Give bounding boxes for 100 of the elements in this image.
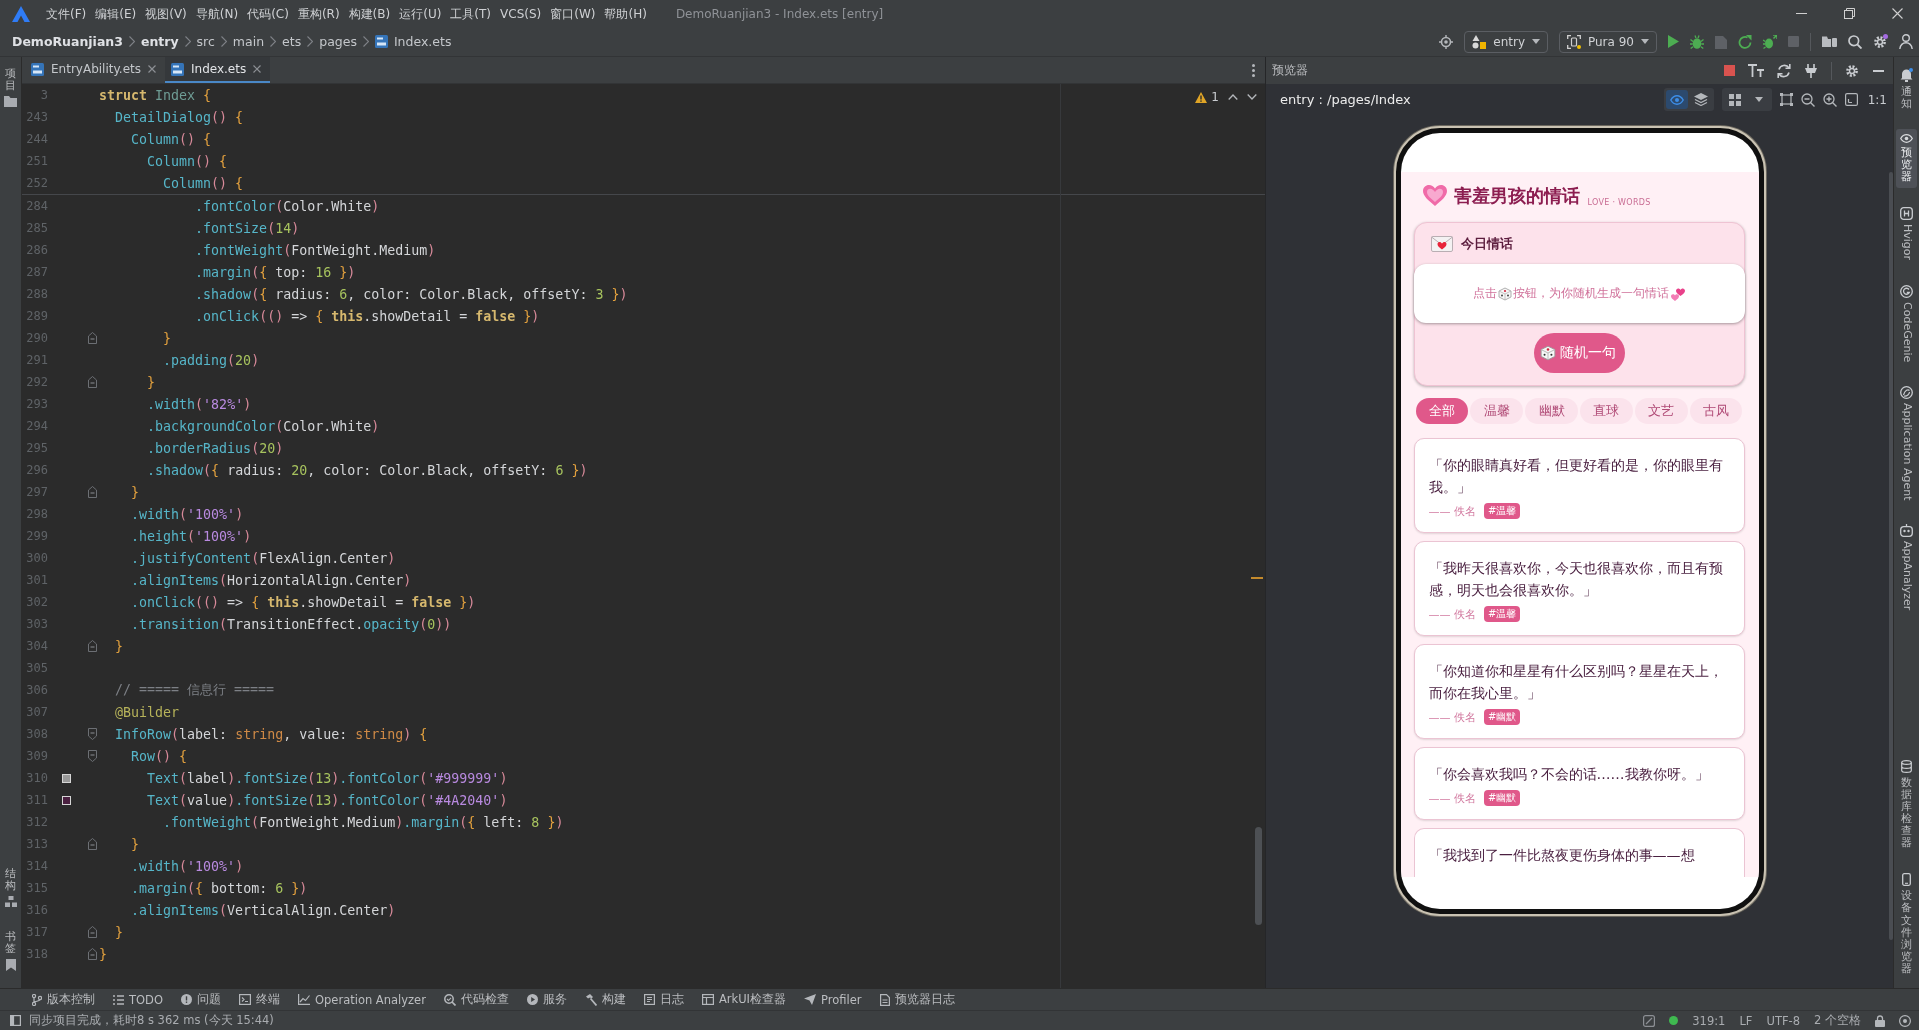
settings-icon[interactable] — [1873, 34, 1888, 49]
tool-window-tab[interactable]: TODO — [113, 992, 163, 1007]
tool-window-tab[interactable]: 问题 — [181, 992, 221, 1007]
file-encoding[interactable]: UTF-8 — [1766, 1013, 1800, 1028]
menu-item[interactable]: 导航(N) — [191, 4, 243, 23]
filter-chip[interactable]: 全部 — [1415, 398, 1469, 424]
tool-window-tab[interactable]: AppAnalyzer — [1896, 519, 1917, 616]
tool-window-tab[interactable]: 代码检查 — [443, 992, 509, 1007]
plug-icon[interactable] — [1804, 63, 1818, 78]
filter-chip[interactable]: 幽默 — [1525, 398, 1578, 424]
fold-marker-icon[interactable] — [88, 926, 97, 938]
tool-window-tab[interactable]: CodeGenie — [1896, 279, 1917, 367]
zoom-in-icon[interactable] — [1822, 92, 1837, 107]
line-separator[interactable]: LF — [1739, 1013, 1753, 1028]
fold-marker-icon[interactable] — [88, 640, 97, 652]
quote-card[interactable]: 「我昨天很喜欢你，今天也很喜欢你，而且有预感，明天也会很喜欢你。」 —— 佚名 #温馨 — [1413, 541, 1745, 636]
cursor-position[interactable]: 319:1 — [1692, 1013, 1726, 1028]
menu-item[interactable]: 代码(C) — [243, 4, 293, 23]
search-icon[interactable] — [1848, 34, 1862, 49]
layout-dropdown[interactable] — [1721, 88, 1772, 111]
caret-icon[interactable] — [1532, 39, 1540, 44]
random-quote-button[interactable]: 随机一句 — [1533, 333, 1625, 373]
module-dropdown[interactable]: entry — [1464, 30, 1548, 53]
tool-window-tab[interactable]: 终端 — [239, 992, 280, 1007]
fit-icon[interactable] — [1844, 93, 1858, 106]
filter-chip[interactable]: 直球 — [1580, 398, 1633, 424]
lock-icon[interactable] — [1875, 1014, 1885, 1027]
actual-size-button[interactable]: 1:1 — [1867, 92, 1887, 107]
minimize-icon[interactable] — [1873, 69, 1884, 72]
rotate-icon[interactable] — [1777, 63, 1791, 78]
close-icon[interactable] — [148, 65, 156, 73]
editor-tab[interactable]: Index.ets — [165, 57, 271, 83]
editor-tab[interactable]: EntryAbility.ets — [25, 57, 165, 83]
tool-window-tab[interactable]: Profiler — [804, 992, 862, 1007]
tool-window-tab[interactable]: 书签 — [0, 925, 21, 976]
menu-item[interactable]: 编辑(E) — [91, 4, 141, 23]
zoom-out-icon[interactable] — [1800, 92, 1815, 107]
tool-window-tab[interactable]: Application Agent — [1896, 380, 1917, 506]
more-icon[interactable] — [1252, 63, 1255, 77]
caret-icon[interactable] — [1754, 97, 1763, 102]
tool-window-tab[interactable]: 数据库检查器 — [1896, 754, 1917, 855]
menu-item[interactable]: VCS(S) — [496, 4, 546, 23]
warning-marker[interactable] — [1251, 577, 1263, 579]
tool-window-tab[interactable]: 日志 — [643, 992, 684, 1007]
fold-marker-icon[interactable] — [88, 332, 97, 344]
folder-icon[interactable] — [1822, 35, 1837, 48]
fold-marker-icon[interactable] — [88, 728, 97, 740]
chevron-up-icon[interactable] — [1228, 94, 1238, 100]
fold-marker-icon[interactable] — [88, 948, 97, 960]
chevron-down-icon[interactable] — [1247, 94, 1257, 100]
device-dropdown[interactable]: Pura 90 — [1559, 30, 1657, 53]
tool-window-tab[interactable]: 预览器 — [1896, 129, 1917, 189]
breadcrumb-item[interactable]: DemoRuanjian3 — [12, 34, 123, 49]
caret-icon[interactable] — [1641, 39, 1649, 44]
tool-window-tab[interactable]: ArkUI检查器 — [701, 992, 786, 1007]
tool-window-tab[interactable]: 设备文件浏览器 — [1896, 868, 1917, 980]
bug-arrow-icon[interactable] — [1763, 34, 1777, 49]
reload-icon[interactable] — [1738, 34, 1752, 49]
menu-item[interactable]: 构建(B) — [344, 4, 395, 23]
tool-window-tab[interactable]: 预览器日志 — [879, 992, 955, 1007]
tool-window-tab[interactable]: 构建 — [584, 992, 626, 1007]
filter-chip[interactable]: 古风 — [1689, 398, 1743, 424]
breadcrumb-item[interactable]: main — [232, 34, 265, 49]
breadcrumb-item[interactable]: pages — [319, 34, 357, 49]
circle-icon[interactable] — [1899, 1014, 1911, 1027]
restore-icon[interactable] — [1844, 8, 1855, 19]
fold-marker-icon[interactable] — [88, 486, 97, 498]
square-slash-icon[interactable] — [1643, 1014, 1656, 1027]
tool-window-tab[interactable]: 服务 — [526, 992, 567, 1007]
indent-setting[interactable]: 2 个空格 — [1814, 1013, 1861, 1028]
breadcrumb-item[interactable]: src — [196, 34, 215, 49]
menu-item[interactable]: 视图(V) — [141, 4, 191, 23]
breadcrumb-item[interactable]: entry — [140, 34, 179, 49]
quote-card[interactable]: 「你的眼睛真好看，但更好看的是，你的眼里有我。」 —— 佚名 #温馨 — [1413, 438, 1745, 533]
view-toggle[interactable] — [1665, 90, 1688, 109]
color-swatch-icon[interactable] — [62, 795, 71, 805]
quote-card[interactable]: 「你知道你和星星有什么区别吗？星星在天上，而你在我心里。」 —— 佚名 #幽默 — [1413, 644, 1745, 739]
scrollbar-thumb[interactable] — [1255, 827, 1262, 925]
settings-icon[interactable] — [1845, 63, 1860, 78]
breadcrumb-item[interactable]: Index.ets — [393, 34, 452, 49]
panel-icon[interactable] — [10, 1015, 21, 1026]
warning-count[interactable]: 1 — [1211, 90, 1219, 104]
fold-marker-icon[interactable] — [88, 838, 97, 850]
tool-window-tab[interactable]: Operation Analyzer — [298, 992, 426, 1007]
close-icon[interactable] — [1892, 8, 1903, 19]
menu-item[interactable]: 帮助(H) — [600, 4, 651, 23]
fold-marker-icon[interactable] — [88, 750, 97, 762]
fold-marker-icon[interactable] — [88, 376, 97, 388]
menu-item[interactable]: 运行(U) — [395, 4, 446, 23]
target-icon[interactable] — [1439, 34, 1454, 49]
close-icon[interactable] — [253, 65, 262, 73]
tool-window-tab[interactable]: 通知 — [1896, 63, 1917, 116]
quote-card[interactable]: 「我找到了一件比熬夜更伤身体的事——想 — [1413, 828, 1745, 877]
text-size-icon[interactable] — [1748, 64, 1764, 77]
bug-icon[interactable] — [1690, 34, 1704, 49]
menu-item[interactable]: 工具(T) — [446, 4, 496, 23]
menu-item[interactable]: 重构(R) — [293, 4, 344, 23]
color-swatch-icon[interactable] — [62, 773, 71, 783]
tool-window-tab[interactable]: 版本控制 — [32, 992, 95, 1007]
quote-card[interactable]: 「你会喜欢我吗？不会的话……我教你呀。」 —— 佚名 #幽默 — [1413, 747, 1745, 820]
